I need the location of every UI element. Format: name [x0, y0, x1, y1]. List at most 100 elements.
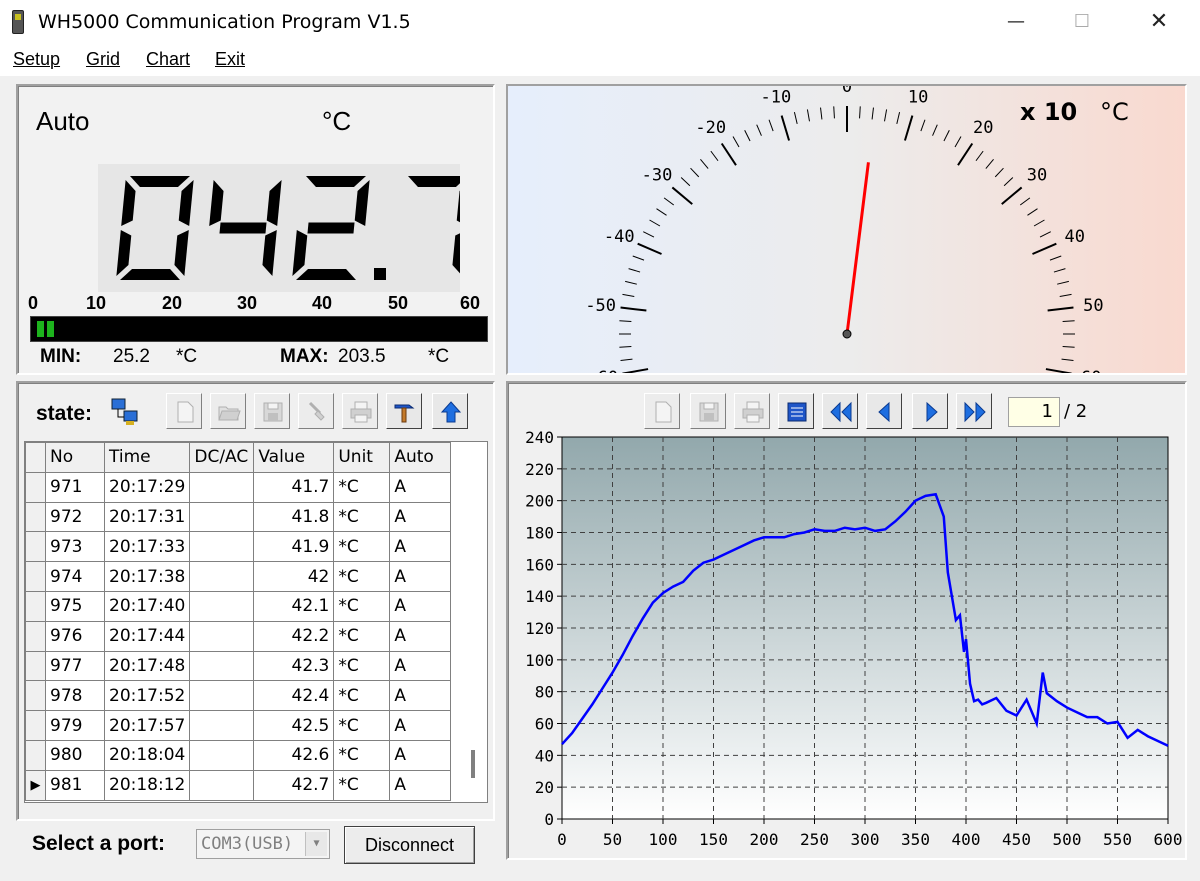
cell-no[interactable]: 980 — [45, 739, 105, 771]
cell-time[interactable]: 20:17:38 — [103, 561, 191, 592]
menu-setup[interactable]: Setup — [13, 49, 60, 70]
cell-value[interactable]: 42.6 — [253, 739, 335, 771]
cell-auto[interactable]: A — [389, 769, 452, 801]
row-indicator[interactable] — [25, 590, 46, 622]
row-indicator[interactable] — [25, 620, 46, 652]
cell-value[interactable]: 41.9 — [253, 531, 335, 563]
cell-unit[interactable]: *C — [333, 531, 391, 563]
cell-time[interactable]: 20:17:48 — [103, 650, 191, 682]
menu-chart[interactable]: Chart — [146, 49, 190, 70]
cell-auto[interactable]: A — [389, 680, 452, 712]
table-row[interactable]: 979 20:17:57 42.5 *C A — [25, 710, 452, 741]
cell-dcac[interactable] — [189, 650, 255, 682]
column-header-dcac[interactable]: DC/AC — [189, 442, 255, 473]
cell-no[interactable]: 978 — [45, 680, 105, 712]
cell-dcac[interactable] — [189, 710, 255, 741]
cell-unit[interactable]: *C — [333, 561, 391, 592]
cell-unit[interactable]: *C — [333, 620, 391, 652]
table-row[interactable]: 975 20:17:40 42.1 *C A — [25, 590, 452, 622]
row-indicator[interactable]: ▶ — [25, 769, 46, 801]
cell-value[interactable]: 42.5 — [253, 710, 335, 741]
disconnect-button[interactable]: Disconnect — [344, 826, 475, 864]
table-row[interactable]: ▶ 981 20:18:12 42.7 *C A — [25, 769, 452, 801]
cell-no[interactable]: 973 — [45, 531, 105, 563]
table-row[interactable]: 978 20:17:52 42.4 *C A — [25, 680, 452, 712]
cell-auto[interactable]: A — [389, 531, 452, 563]
table-row[interactable]: 974 20:17:38 42 *C A — [25, 561, 452, 592]
cell-time[interactable]: 20:18:12 — [103, 769, 191, 801]
grid-clear-button[interactable] — [298, 393, 334, 429]
menu-grid[interactable]: Grid — [86, 49, 120, 70]
table-row[interactable]: 976 20:17:44 42.2 *C A — [25, 620, 452, 652]
cell-dcac[interactable] — [189, 620, 255, 652]
row-indicator[interactable] — [25, 739, 46, 771]
row-indicator[interactable] — [25, 561, 46, 592]
grid-print-button[interactable] — [342, 393, 378, 429]
cell-unit[interactable]: *C — [333, 739, 391, 771]
cell-dcac[interactable] — [189, 680, 255, 712]
cell-auto[interactable]: A — [389, 590, 452, 622]
cell-unit[interactable]: *C — [333, 650, 391, 682]
cell-value[interactable]: 41.8 — [253, 501, 335, 533]
cell-value[interactable]: 41.7 — [253, 471, 335, 503]
grid-open-button[interactable] — [210, 393, 246, 429]
cell-no[interactable]: 979 — [45, 710, 105, 741]
cell-no[interactable]: 975 — [45, 590, 105, 622]
table-row[interactable]: 971 20:17:29 41.7 *C A — [25, 471, 452, 503]
cell-auto[interactable]: A — [389, 710, 452, 741]
cell-auto[interactable]: A — [389, 620, 452, 652]
chevron-down-icon[interactable]: ▼ — [305, 832, 327, 856]
grid-scroll-up-button[interactable] — [432, 393, 468, 429]
cell-auto[interactable]: A — [389, 739, 452, 771]
cell-unit[interactable]: *C — [333, 590, 391, 622]
cell-time[interactable]: 20:18:04 — [103, 739, 191, 771]
grid-save-button[interactable] — [254, 393, 290, 429]
cell-no[interactable]: 974 — [45, 561, 105, 592]
cell-value[interactable]: 42.4 — [253, 680, 335, 712]
cell-auto[interactable]: A — [389, 501, 452, 533]
row-indicator[interactable] — [25, 501, 46, 533]
table-scrollbar-thumb[interactable] — [471, 750, 475, 778]
cell-value[interactable]: 42 — [253, 561, 335, 592]
cell-unit[interactable]: *C — [333, 501, 391, 533]
cell-time[interactable]: 20:17:57 — [103, 710, 191, 741]
cell-time[interactable]: 20:17:29 — [103, 471, 191, 503]
row-indicator[interactable] — [25, 531, 46, 563]
column-header-no[interactable]: No — [45, 442, 105, 473]
cell-dcac[interactable] — [189, 590, 255, 622]
port-select[interactable]: COM3(USB) ▼ — [196, 829, 330, 859]
cell-value[interactable]: 42.3 — [253, 650, 335, 682]
cell-value[interactable]: 42.2 — [253, 620, 335, 652]
cell-dcac[interactable] — [189, 531, 255, 563]
cell-unit[interactable]: *C — [333, 680, 391, 712]
cell-unit[interactable]: *C — [333, 769, 391, 801]
minimize-button[interactable]: — — [993, 0, 1039, 44]
cell-no[interactable]: 977 — [45, 650, 105, 682]
cell-time[interactable]: 20:17:44 — [103, 620, 191, 652]
cell-time[interactable]: 20:17:31 — [103, 501, 191, 533]
column-header-auto[interactable]: Auto — [389, 442, 452, 473]
row-indicator[interactable] — [25, 471, 46, 503]
cell-value[interactable]: 42.1 — [253, 590, 335, 622]
cell-no[interactable]: 972 — [45, 501, 105, 533]
cell-no[interactable]: 981 — [45, 769, 105, 801]
grid-settings-button[interactable] — [386, 393, 422, 429]
cell-dcac[interactable] — [189, 471, 255, 503]
column-header-unit[interactable]: Unit — [333, 442, 391, 473]
column-header-value[interactable]: Value — [253, 442, 335, 473]
cell-auto[interactable]: A — [389, 561, 452, 592]
table-scrollbar[interactable] — [461, 442, 487, 802]
cell-time[interactable]: 20:17:40 — [103, 590, 191, 622]
table-row[interactable]: 972 20:17:31 41.8 *C A — [25, 501, 452, 533]
table-row[interactable]: 973 20:17:33 41.9 *C A — [25, 531, 452, 563]
row-indicator[interactable] — [25, 680, 46, 712]
close-button[interactable]: ✕ — [1136, 0, 1182, 44]
cell-auto[interactable]: A — [389, 650, 452, 682]
menu-exit[interactable]: Exit — [215, 49, 245, 70]
cell-value[interactable]: 42.7 — [253, 769, 335, 801]
cell-dcac[interactable] — [189, 739, 255, 771]
cell-auto[interactable]: A — [389, 471, 452, 503]
cell-unit[interactable]: *C — [333, 471, 391, 503]
cell-dcac[interactable] — [189, 561, 255, 592]
cell-time[interactable]: 20:17:33 — [103, 531, 191, 563]
